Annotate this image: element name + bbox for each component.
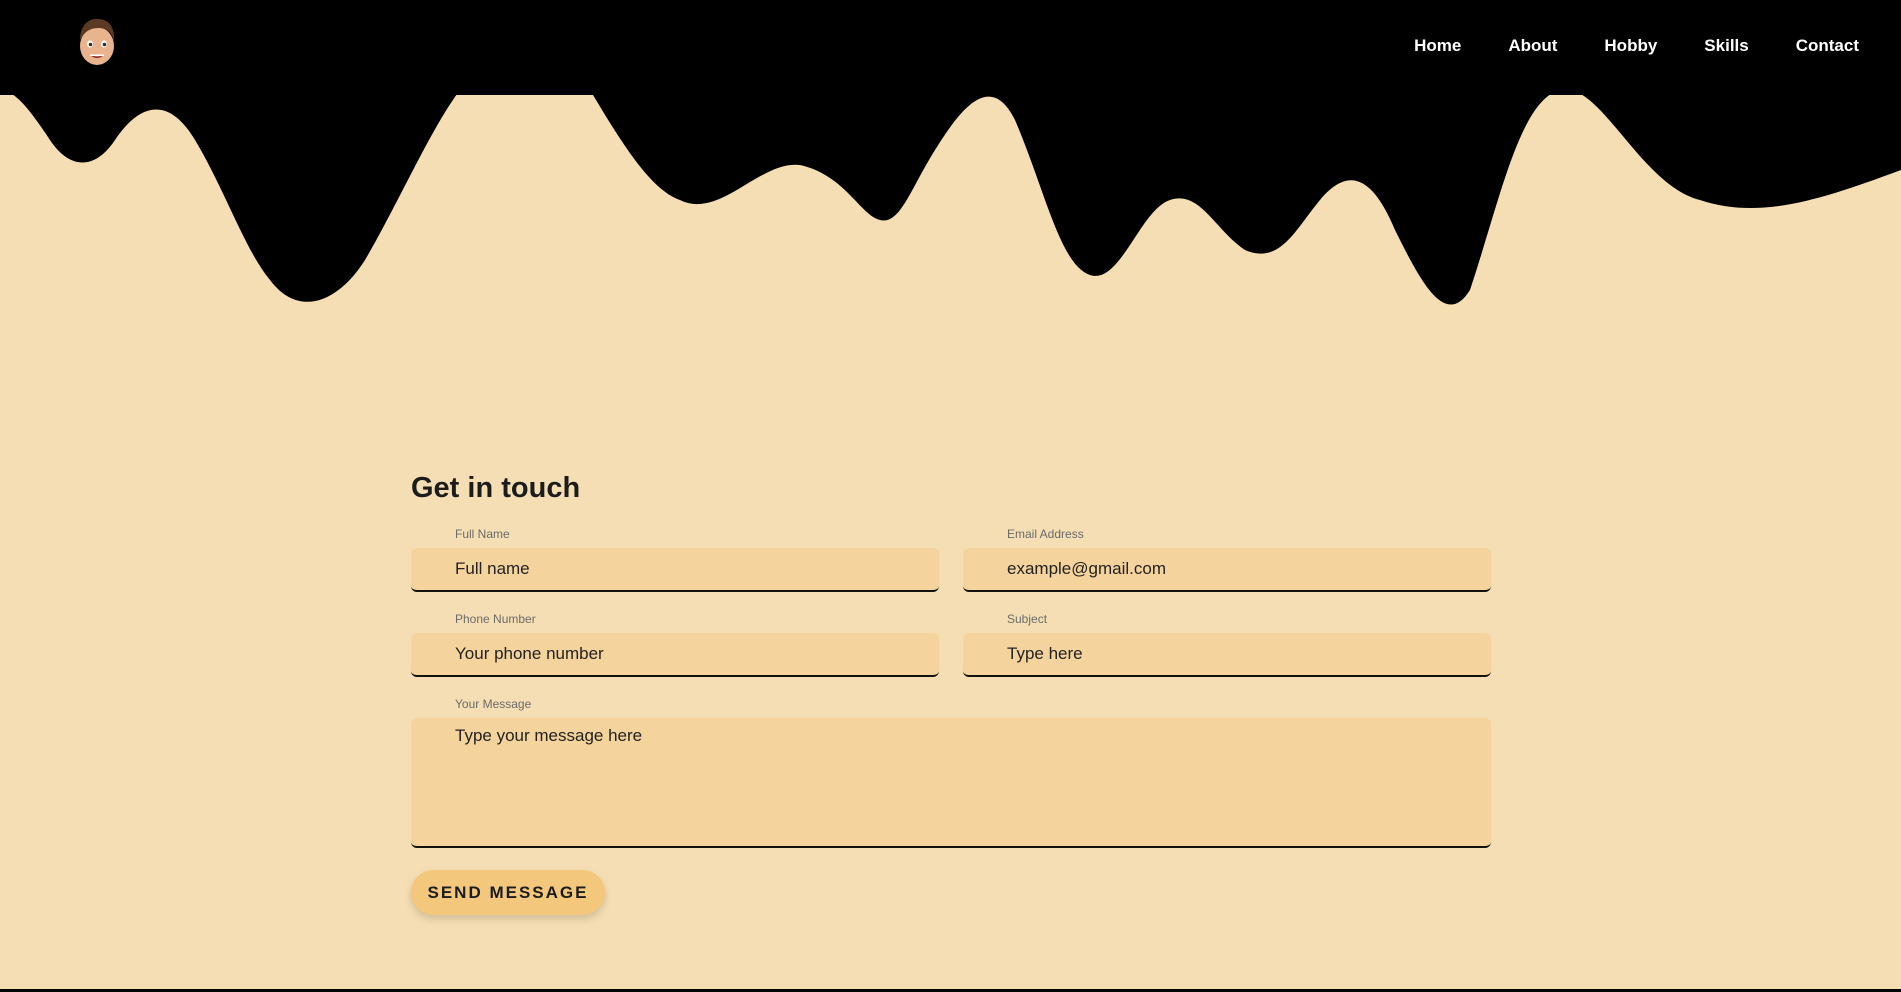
email-input[interactable] [963, 548, 1491, 592]
email-label: Email Address [1007, 527, 1084, 541]
contact-section: Get in touch Full Name Email Address Pho… [411, 470, 1491, 915]
phone-label: Phone Number [455, 612, 536, 626]
nav-skills[interactable]: Skills [1704, 36, 1748, 56]
subject-label: Subject [1007, 612, 1048, 626]
nav-contact[interactable]: Contact [1796, 36, 1859, 56]
message-field-group: Your Message [411, 696, 1491, 848]
form-row-2: Phone Number Subject [411, 611, 1491, 677]
message-textarea[interactable] [411, 718, 1491, 848]
message-label: Your Message [455, 697, 532, 711]
nav-home[interactable]: Home [1414, 36, 1461, 56]
page: Home About Hobby Skills Contact Get in t… [0, 0, 1901, 992]
nav-about[interactable]: About [1508, 36, 1557, 56]
phone-input[interactable] [411, 633, 939, 677]
dripping-header-decoration [0, 90, 1901, 305]
full-name-label: Full Name [455, 527, 510, 541]
logo-avatar-icon[interactable] [76, 16, 118, 68]
nav-hobby[interactable]: Hobby [1604, 36, 1657, 56]
contact-title: Get in touch [411, 472, 581, 504]
email-field-group: Email Address [963, 526, 1491, 592]
full-name-field-group: Full Name [411, 526, 939, 592]
main-nav: Home About Hobby Skills Contact [1367, 36, 1859, 56]
phone-field-group: Phone Number [411, 611, 939, 677]
subject-input[interactable] [963, 633, 1491, 677]
form-row-1: Full Name Email Address [411, 526, 1491, 592]
full-name-input[interactable] [411, 548, 939, 592]
subject-field-group: Subject [963, 611, 1491, 677]
send-message-button[interactable]: SEND MESSAGE [411, 870, 605, 915]
